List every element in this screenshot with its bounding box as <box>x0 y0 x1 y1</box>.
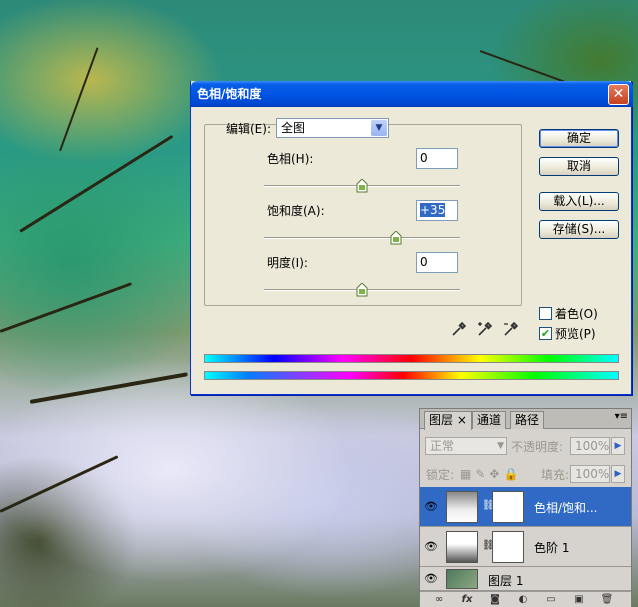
opacity-label: 不透明度: <box>511 440 564 454</box>
edit-select-value: 全图 <box>281 121 306 135</box>
cancel-button[interactable]: 取消 <box>539 157 619 176</box>
lock-label: 锁定: <box>426 468 455 482</box>
chevron-down-icon: ▼ <box>497 441 504 451</box>
saturation-label: 饱和度(A): <box>267 204 325 218</box>
tab-layers[interactable]: 图层 × <box>424 411 472 430</box>
lightness-slider-thumb[interactable] <box>356 283 368 297</box>
preview-checkbox[interactable]: ✔ <box>539 327 552 340</box>
adjustment-group <box>204 124 522 306</box>
trash-icon[interactable]: 🗑 <box>600 593 614 607</box>
lightness-input[interactable]: 0 <box>416 252 458 273</box>
blend-mode-select[interactable]: 正常 ▼ <box>425 437 507 455</box>
colorize-checkbox[interactable] <box>539 307 552 320</box>
fill-label: 填充: <box>541 468 570 482</box>
layer-row-hue-saturation[interactable]: 👁 ⛓ 色相/饱和... <box>420 487 631 527</box>
fill-value: 100% <box>575 467 610 481</box>
tab-channels[interactable]: 通道 <box>472 411 507 429</box>
load-button[interactable]: 载入(L)... <box>539 192 619 211</box>
saturation-slider-thumb[interactable] <box>390 231 402 245</box>
opacity-input[interactable]: 100% <box>570 437 610 455</box>
edit-label: 编辑(E): <box>226 122 271 136</box>
new-layer-icon[interactable]: ▣ <box>572 593 586 607</box>
ok-button[interactable]: 确定 <box>539 129 619 148</box>
eyedropper-icon[interactable] <box>450 320 468 338</box>
link-icon[interactable]: ∞ <box>432 593 446 607</box>
lock-icons[interactable]: ▦✎✥🔒 <box>460 466 522 482</box>
fill-input[interactable]: 100% <box>570 465 610 483</box>
layer-name[interactable]: 图层 1 <box>488 572 523 589</box>
layer-row-layer1[interactable]: 👁 图层 1 <box>420 567 631 591</box>
hue-label: 色相(H): <box>267 152 314 166</box>
chevron-down-icon[interactable]: ▼ <box>371 120 387 136</box>
hue-input[interactable]: 0 <box>416 148 458 169</box>
tab-paths[interactable]: 路径 <box>510 411 545 429</box>
dialog-title: 色相/饱和度 <box>197 87 262 101</box>
visibility-eye-icon[interactable]: 👁 <box>422 500 440 513</box>
eyedropper-plus-icon[interactable] <box>476 320 494 338</box>
layer-row-levels[interactable]: 👁 ⛓ 色阶 1 <box>420 527 631 567</box>
close-icon: ✕ <box>612 86 625 102</box>
layers-panel: 图层 × 通道 路径 ▾≡ 正常 ▼ 不透明度: 100% ▶ 锁定: ▦✎✥🔒… <box>419 408 632 607</box>
close-button[interactable]: ✕ <box>608 84 629 105</box>
input-hue-bar <box>204 354 619 363</box>
saturation-slider-track[interactable] <box>264 237 460 239</box>
save-button[interactable]: 存储(S)... <box>539 220 619 239</box>
blend-mode-value: 正常 <box>430 439 455 453</box>
layer-mask-thumbnail[interactable] <box>492 491 524 523</box>
adjustment-icon[interactable]: ◐ <box>516 593 530 607</box>
opacity-arrow-icon[interactable]: ▶ <box>611 437 625 455</box>
dialog-titlebar[interactable]: 色相/饱和度 ✕ <box>191 81 633 107</box>
output-hue-bar <box>204 371 619 380</box>
saturation-value: +35 <box>420 203 446 217</box>
fx-icon[interactable]: fx <box>460 593 474 607</box>
adjustment-thumbnail-icon <box>446 491 478 523</box>
visibility-eye-icon[interactable]: 👁 <box>422 540 440 553</box>
fill-arrow-icon[interactable]: ▶ <box>611 465 625 483</box>
hue-saturation-dialog: 色相/饱和度 ✕ 编辑(E): 全图 ▼ 色相(H): 0 饱和度(A): +3… <box>190 81 633 395</box>
image-thumbnail-icon <box>446 569 478 589</box>
colorize-label: 着色(O) <box>555 307 598 321</box>
layer-mask-thumbnail[interactable] <box>492 531 524 563</box>
opacity-value: 100% <box>575 439 610 453</box>
preview-label: 预览(P) <box>555 327 596 341</box>
edit-select[interactable]: 全图 ▼ <box>276 118 389 138</box>
folder-icon[interactable]: ▭ <box>544 593 558 607</box>
mask-icon[interactable]: ◙ <box>488 593 502 607</box>
layer-name[interactable]: 色相/饱和... <box>534 499 598 516</box>
hue-slider-thumb[interactable] <box>356 179 368 193</box>
eyedropper-minus-icon[interactable] <box>502 320 520 338</box>
visibility-eye-icon[interactable]: 👁 <box>422 572 440 585</box>
hue-value: 0 <box>420 151 428 165</box>
panel-menu-icon[interactable]: ▾≡ <box>615 411 628 422</box>
levels-thumbnail-icon <box>446 531 478 563</box>
saturation-input[interactable]: +35 <box>416 200 458 221</box>
panel-tabs: 图层 × 通道 路径 ▾≡ <box>420 409 631 430</box>
lightness-label: 明度(I): <box>267 256 308 270</box>
lightness-value: 0 <box>420 255 428 269</box>
panel-bottom-toolbar: ∞ fx ◙ ◐ ▭ ▣ 🗑 <box>420 591 631 607</box>
layer-name[interactable]: 色阶 1 <box>534 539 569 556</box>
